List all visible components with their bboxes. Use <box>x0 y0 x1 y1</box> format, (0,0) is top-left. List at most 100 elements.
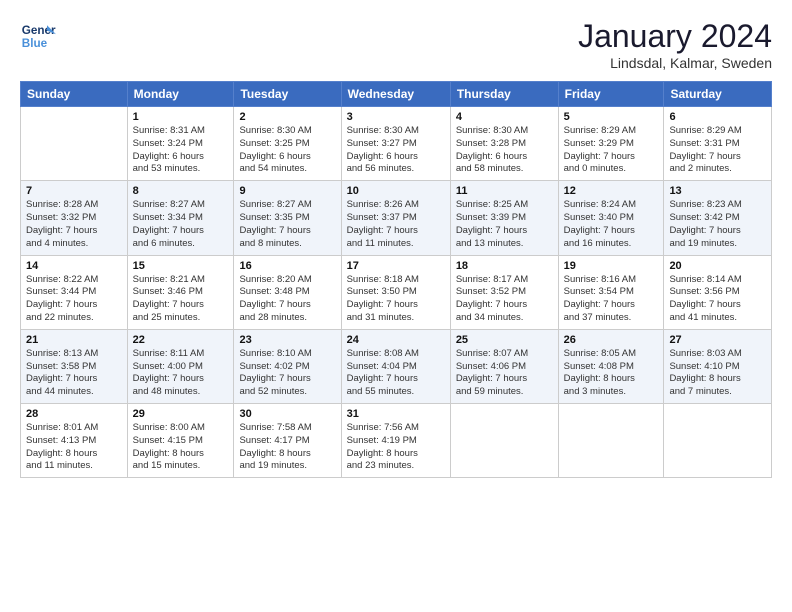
day-number: 29 <box>133 408 229 420</box>
day-number: 2 <box>239 111 335 123</box>
col-sunday: Sunday <box>21 82 128 107</box>
day-number: 17 <box>347 260 445 272</box>
day-cell: 19 Sunrise: 8:16 AMSunset: 3:54 PMDayligh… <box>558 255 664 329</box>
logo-icon: General Blue <box>20 18 56 54</box>
day-info: Sunrise: 8:05 AMSunset: 4:08 PMDaylight:… <box>564 348 659 399</box>
col-thursday: Thursday <box>450 82 558 107</box>
day-cell: 6 Sunrise: 8:29 AMSunset: 3:31 PMDaylight… <box>664 107 772 181</box>
day-info: Sunrise: 8:22 AMSunset: 3:44 PMDaylight:… <box>26 274 122 325</box>
day-cell: 26 Sunrise: 8:05 AMSunset: 4:08 PMDayligh… <box>558 329 664 403</box>
svg-text:Blue: Blue <box>22 37 48 50</box>
month-title: January 2024 <box>578 18 772 55</box>
day-info: Sunrise: 8:30 AMSunset: 3:27 PMDaylight:… <box>347 125 445 176</box>
day-number: 20 <box>669 260 766 272</box>
day-info: Sunrise: 8:31 AMSunset: 3:24 PMDaylight:… <box>133 125 229 176</box>
day-info: Sunrise: 7:58 AMSunset: 4:17 PMDaylight:… <box>239 422 335 473</box>
day-info: Sunrise: 7:56 AMSunset: 4:19 PMDaylight:… <box>347 422 445 473</box>
day-cell: 20 Sunrise: 8:14 AMSunset: 3:56 PMDayligh… <box>664 255 772 329</box>
week-row-5: 28Sunrise: 8:01 AMSunset: 4:13 PMDayligh… <box>21 404 772 478</box>
day-info: Sunrise: 8:21 AMSunset: 3:46 PMDaylight:… <box>133 274 229 325</box>
day-number: 11 <box>456 185 553 197</box>
day-number: 3 <box>347 111 445 123</box>
day-info: Sunrise: 8:27 AMSunset: 3:35 PMDaylight:… <box>239 199 335 250</box>
header-row: Sunday Monday Tuesday Wednesday Thursday… <box>21 82 772 107</box>
day-number: 21 <box>26 334 122 346</box>
day-number: 19 <box>564 260 659 272</box>
day-cell: 14 Sunrise: 8:22 AMSunset: 3:44 PMDayligh… <box>21 255 128 329</box>
day-number: 16 <box>239 260 335 272</box>
day-cell: 29 Sunrise: 8:00 AMSunset: 4:15 PMDayligh… <box>127 404 234 478</box>
day-cell: 25 Sunrise: 8:07 AMSunset: 4:06 PMDayligh… <box>450 329 558 403</box>
day-number: 24 <box>347 334 445 346</box>
day-cell <box>450 404 558 478</box>
day-info: Sunrise: 8:18 AMSunset: 3:50 PMDaylight:… <box>347 274 445 325</box>
day-info: Sunrise: 8:20 AMSunset: 3:48 PMDaylight:… <box>239 274 335 325</box>
day-number: 18 <box>456 260 553 272</box>
week-row-2: 7Sunrise: 8:28 AMSunset: 3:32 PMDaylight… <box>21 181 772 255</box>
day-cell: 5 Sunrise: 8:29 AMSunset: 3:29 PMDaylight… <box>558 107 664 181</box>
day-info: Sunrise: 8:24 AMSunset: 3:40 PMDaylight:… <box>564 199 659 250</box>
day-number: 23 <box>239 334 335 346</box>
day-number: 12 <box>564 185 659 197</box>
day-cell: 16 Sunrise: 8:20 AMSunset: 3:48 PMDayligh… <box>234 255 341 329</box>
day-number: 6 <box>669 111 766 123</box>
week-row-1: 1Sunrise: 8:31 AMSunset: 3:24 PMDaylight… <box>21 107 772 181</box>
col-friday: Friday <box>558 82 664 107</box>
day-cell: 13Sunrise: 8:23 AMSunset: 3:42 PMDayligh… <box>664 181 772 255</box>
day-cell: 18Sunrise: 8:17 AMSunset: 3:52 PMDayligh… <box>450 255 558 329</box>
day-number: 10 <box>347 185 445 197</box>
day-info: Sunrise: 8:28 AMSunset: 3:32 PMDaylight:… <box>26 199 122 250</box>
day-cell: 1Sunrise: 8:31 AMSunset: 3:24 PMDaylight… <box>127 107 234 181</box>
day-cell: 27 Sunrise: 8:03 AMSunset: 4:10 PMDayligh… <box>664 329 772 403</box>
day-number: 27 <box>669 334 766 346</box>
week-row-4: 21Sunrise: 8:13 AMSunset: 3:58 PMDayligh… <box>21 329 772 403</box>
day-cell: 9 Sunrise: 8:27 AMSunset: 3:35 PMDaylight… <box>234 181 341 255</box>
day-cell <box>558 404 664 478</box>
day-info: Sunrise: 8:14 AMSunset: 3:56 PMDaylight:… <box>669 274 766 325</box>
day-cell: 10 Sunrise: 8:26 AMSunset: 3:37 PMDayligh… <box>341 181 450 255</box>
day-cell: 8Sunrise: 8:27 AMSunset: 3:34 PMDaylight… <box>127 181 234 255</box>
day-number: 22 <box>133 334 229 346</box>
day-info: Sunrise: 8:29 AMSunset: 3:31 PMDaylight:… <box>669 125 766 176</box>
day-cell: 24 Sunrise: 8:08 AMSunset: 4:04 PMDayligh… <box>341 329 450 403</box>
day-info: Sunrise: 8:03 AMSunset: 4:10 PMDaylight:… <box>669 348 766 399</box>
day-info: Sunrise: 8:30 AMSunset: 3:25 PMDaylight:… <box>239 125 335 176</box>
day-cell: 17 Sunrise: 8:18 AMSunset: 3:50 PMDayligh… <box>341 255 450 329</box>
day-info: Sunrise: 8:16 AMSunset: 3:54 PMDaylight:… <box>564 274 659 325</box>
day-info: Sunrise: 8:29 AMSunset: 3:29 PMDaylight:… <box>564 125 659 176</box>
day-number: 8 <box>133 185 229 197</box>
day-number: 31 <box>347 408 445 420</box>
day-cell: 7Sunrise: 8:28 AMSunset: 3:32 PMDaylight… <box>21 181 128 255</box>
day-number: 5 <box>564 111 659 123</box>
title-block: January 2024 Lindsdal, Kalmar, Sweden <box>578 18 772 71</box>
page: General Blue January 2024 Lindsdal, Kalm… <box>0 0 792 612</box>
day-number: 26 <box>564 334 659 346</box>
day-cell <box>664 404 772 478</box>
day-info: Sunrise: 8:30 AMSunset: 3:28 PMDaylight:… <box>456 125 553 176</box>
day-number: 14 <box>26 260 122 272</box>
day-cell: 4Sunrise: 8:30 AMSunset: 3:28 PMDaylight… <box>450 107 558 181</box>
day-cell: 23 Sunrise: 8:10 AMSunset: 4:02 PMDayligh… <box>234 329 341 403</box>
logo: General Blue <box>20 18 60 54</box>
day-number: 30 <box>239 408 335 420</box>
day-number: 9 <box>239 185 335 197</box>
day-cell: 11Sunrise: 8:25 AMSunset: 3:39 PMDayligh… <box>450 181 558 255</box>
day-cell: 31 Sunrise: 7:56 AMSunset: 4:19 PMDayligh… <box>341 404 450 478</box>
day-number: 15 <box>133 260 229 272</box>
day-cell: 22Sunrise: 8:11 AMSunset: 4:00 PMDayligh… <box>127 329 234 403</box>
day-info: Sunrise: 8:00 AMSunset: 4:15 PMDaylight:… <box>133 422 229 473</box>
day-cell: 12 Sunrise: 8:24 AMSunset: 3:40 PMDayligh… <box>558 181 664 255</box>
day-cell: 21Sunrise: 8:13 AMSunset: 3:58 PMDayligh… <box>21 329 128 403</box>
day-info: Sunrise: 8:07 AMSunset: 4:06 PMDaylight:… <box>456 348 553 399</box>
day-cell <box>21 107 128 181</box>
day-cell: 15 Sunrise: 8:21 AMSunset: 3:46 PMDayligh… <box>127 255 234 329</box>
day-info: Sunrise: 8:08 AMSunset: 4:04 PMDaylight:… <box>347 348 445 399</box>
col-saturday: Saturday <box>664 82 772 107</box>
day-info: Sunrise: 8:10 AMSunset: 4:02 PMDaylight:… <box>239 348 335 399</box>
day-info: Sunrise: 8:26 AMSunset: 3:37 PMDaylight:… <box>347 199 445 250</box>
day-number: 25 <box>456 334 553 346</box>
col-tuesday: Tuesday <box>234 82 341 107</box>
day-cell: 2 Sunrise: 8:30 AMSunset: 3:25 PMDaylight… <box>234 107 341 181</box>
day-cell: 30 Sunrise: 7:58 AMSunset: 4:17 PMDayligh… <box>234 404 341 478</box>
week-row-3: 14 Sunrise: 8:22 AMSunset: 3:44 PMDayligh… <box>21 255 772 329</box>
